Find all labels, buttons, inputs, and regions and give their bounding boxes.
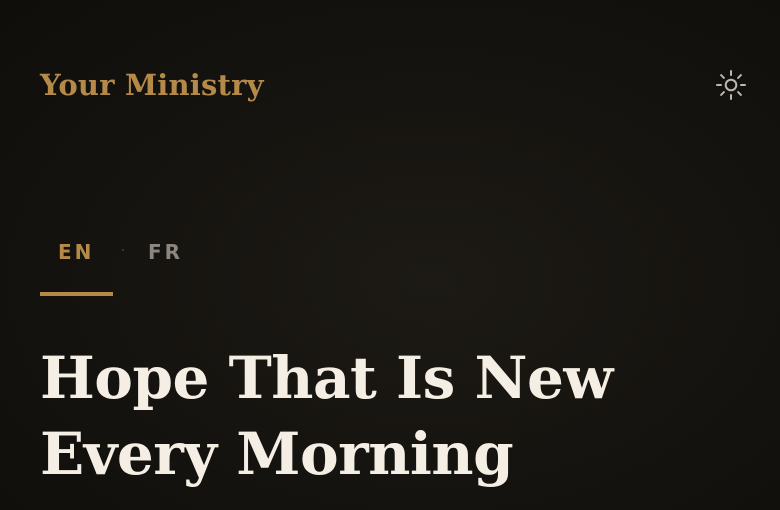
theme-toggle-button[interactable] [714, 68, 748, 102]
active-language-underline [40, 292, 113, 296]
brand-logo-text[interactable]: Your Ministry [40, 70, 264, 100]
site-header: Your Ministry [40, 62, 746, 108]
hero-title-line-2: Every Morning [40, 420, 514, 488]
hero-title-line-1: Hope That Is New [40, 344, 613, 412]
language-switcher: EN · FR [40, 226, 220, 296]
hero-title: Hope That Is New Every Morning [40, 340, 740, 492]
sun-icon [716, 70, 746, 100]
language-option-en[interactable]: EN [58, 240, 94, 264]
language-separator: · [120, 240, 126, 261]
language-option-fr[interactable]: FR [148, 240, 183, 264]
